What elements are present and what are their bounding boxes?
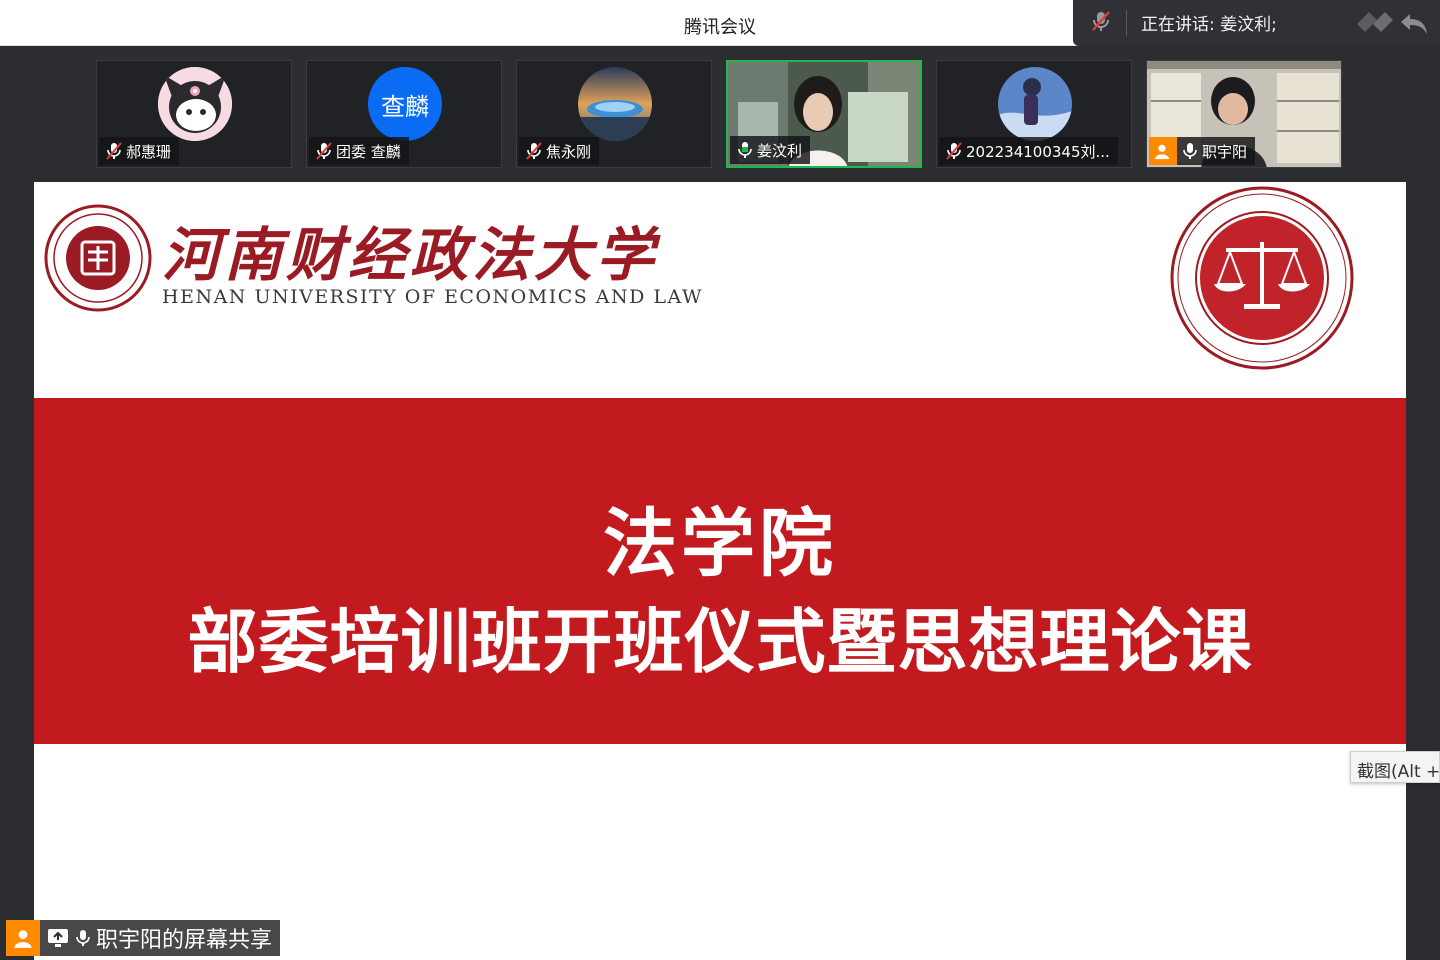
- back-arrow-icon[interactable]: [1398, 8, 1430, 38]
- participant-tile[interactable]: 202234100345刘...: [936, 60, 1132, 168]
- mic-muted-icon: [946, 142, 962, 160]
- mic-muted-icon: [526, 142, 542, 160]
- participant-tile[interactable]: 职宇阳: [1146, 60, 1342, 168]
- host-user-icon: [14, 930, 32, 948]
- avatar: [158, 67, 232, 141]
- participant-nameplate: 姜汶利: [730, 136, 811, 164]
- mic-on-icon: [1183, 143, 1197, 159]
- participant-name: 职宇阳: [1202, 142, 1248, 161]
- participant-strip: 郝惠珊 查麟 团委 查麟 焦永刚 姜汶利 202234100345刘... 职宇…: [0, 46, 1440, 180]
- university-seal-icon: [44, 204, 152, 312]
- speaking-indicator: 正在讲话: 姜汶利;: [1073, 0, 1440, 46]
- mic-on-icon: [76, 930, 90, 946]
- participant-nameplate: 职宇阳: [1149, 137, 1256, 165]
- participant-tile[interactable]: 郝惠珊: [96, 60, 292, 168]
- slide-title-line2: 部委培训班开班仪式暨思想理论课: [187, 601, 1253, 683]
- presentation-slide: 河南财经政法大学 HENAN UNIVERSITY OF ECONOMICS A…: [34, 182, 1406, 960]
- law-school-seal-icon: [1170, 186, 1354, 370]
- screen-share-area: 河南财经政法大学 HENAN UNIVERSITY OF ECONOMICS A…: [0, 180, 1440, 960]
- stadium-photo-avatar-icon: [578, 67, 652, 141]
- speaking-text: 正在讲话: 姜汶利;: [1141, 15, 1277, 35]
- tencent-meeting-logo-icon: [1357, 12, 1393, 32]
- slide-title-line1: 法学院: [603, 501, 837, 587]
- mic-on-icon: [738, 142, 752, 158]
- participant-name: 姜汶利: [757, 141, 803, 160]
- screen-share-icon: [48, 929, 68, 947]
- screen-share-label: 职宇阳的屏幕共享: [6, 920, 281, 956]
- mic-muted-icon: [316, 142, 332, 160]
- participant-tile-active[interactable]: 姜汶利: [726, 60, 922, 168]
- avatar: [578, 67, 652, 141]
- avatar: [998, 67, 1072, 141]
- host-badge: [6, 920, 40, 956]
- participant-tile[interactable]: 查麟 团委 查麟: [306, 60, 502, 168]
- meeting-window: 腾讯会议 正在讲话: 姜汶利; 郝惠珊 查麟 团委 查麟 焦永刚 姜汶利 202…: [0, 0, 1440, 960]
- participant-nameplate: 郝惠珊: [99, 137, 180, 165]
- participant-name: 团委 查麟: [336, 142, 401, 161]
- host-user-icon: [1154, 144, 1169, 160]
- mic-muted-icon: [106, 142, 122, 160]
- mic-muted-icon[interactable]: [1089, 9, 1113, 33]
- slide-title-banner: 法学院 部委培训班开班仪式暨思想理论课: [34, 398, 1406, 744]
- university-name-en: HENAN UNIVERSITY OF ECONOMICS AND LAW: [162, 286, 704, 308]
- university-name-cn: 河南财经政法大学: [162, 221, 659, 289]
- participant-name: 郝惠珊: [126, 142, 172, 161]
- kuromi-avatar-icon: [158, 67, 232, 141]
- participant-nameplate: 202234100345刘...: [939, 137, 1118, 165]
- participant-nameplate: 焦永刚: [519, 137, 600, 165]
- host-badge: [1149, 137, 1177, 165]
- slide-header: 河南财经政法大学 HENAN UNIVERSITY OF ECONOMICS A…: [34, 182, 1406, 398]
- participant-name: 焦永刚: [546, 142, 592, 161]
- avatar: 查麟: [368, 67, 442, 141]
- illustration-avatar-icon: [998, 67, 1072, 141]
- divider: [1126, 10, 1127, 36]
- screenshot-tooltip[interactable]: 截图(Alt +: [1350, 751, 1440, 783]
- participant-name: 202234100345刘...: [966, 142, 1110, 161]
- participant-nameplate: 团委 查麟: [309, 137, 409, 165]
- screen-share-label-text: 职宇阳的屏幕共享: [96, 928, 273, 953]
- participant-tile[interactable]: 焦永刚: [516, 60, 712, 168]
